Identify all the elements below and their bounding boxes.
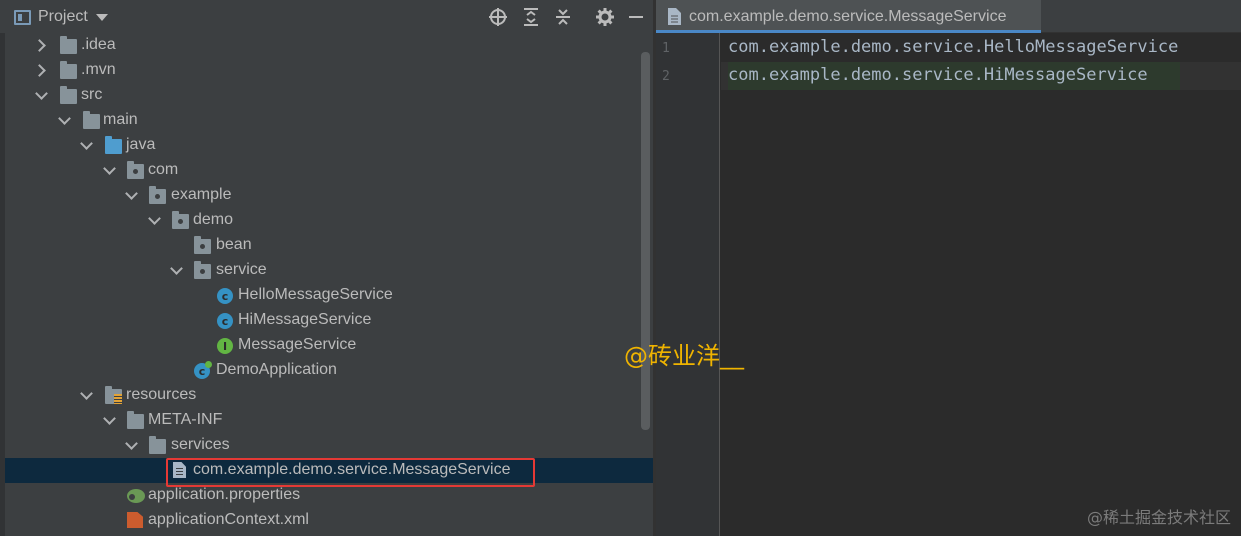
tree-item-label: bean — [216, 236, 252, 253]
text-file-icon — [668, 8, 681, 30]
tree-row[interactable]: .mvn — [5, 58, 653, 83]
tree-row[interactable]: demo — [5, 208, 653, 233]
panel-title: Project — [38, 8, 88, 25]
tree-item-label: HiMessageService — [238, 311, 372, 328]
folder-icon — [127, 411, 144, 429]
vertical-scrollbar[interactable] — [641, 52, 650, 430]
editor-tab-bar: com.example.demo.service.MessageService — [656, 0, 1241, 33]
project-view-selector[interactable]: Project — [14, 7, 108, 27]
tree-row[interactable]: bean — [5, 233, 653, 258]
project-icon — [14, 9, 31, 25]
tree-row[interactable]: c DemoApplication — [5, 358, 653, 383]
folder-icon — [83, 111, 100, 129]
highlight-annotation-box — [166, 458, 535, 487]
tree-row[interactable]: com — [5, 158, 653, 183]
folder-icon — [149, 436, 166, 454]
class-icon: c — [217, 313, 233, 329]
folder-icon — [60, 86, 77, 104]
project-panel-header: Project — [0, 0, 655, 33]
tree-row[interactable]: example — [5, 183, 653, 208]
spring-boot-class-icon: c — [194, 361, 212, 379]
tree-row[interactable]: I MessageService — [5, 333, 653, 358]
code-line[interactable]: com.example.demo.service.HiMessageServic… — [728, 65, 1148, 85]
tree-row[interactable]: META-INF — [5, 408, 653, 433]
project-tool-window: Project .idea .mvn src main java com exa… — [0, 0, 655, 536]
chevron-down-icon[interactable] — [79, 389, 93, 403]
chevron-down-icon[interactable] — [102, 414, 116, 428]
site-watermark: @稀土掘金技术社区 — [1086, 508, 1231, 527]
tree-row[interactable]: main — [5, 108, 653, 133]
tree-item-label: src — [81, 86, 103, 103]
tree-item-label: HelloMessageService — [238, 286, 393, 303]
editor-tab[interactable]: com.example.demo.service.MessageService — [656, 0, 1041, 33]
tree-item-label: .idea — [81, 36, 116, 53]
package-icon — [194, 261, 211, 279]
tree-row[interactable]: resources — [5, 383, 653, 408]
line-number: 2 — [662, 69, 670, 84]
package-icon — [172, 211, 189, 229]
tree-row[interactable]: .idea — [5, 33, 653, 58]
expand-all-icon[interactable] — [520, 6, 542, 28]
tree-row[interactable]: service — [5, 258, 653, 283]
tree-item-label: services — [171, 436, 230, 453]
code-line[interactable]: com.example.demo.service.HelloMessageSer… — [728, 37, 1178, 57]
tree-item-label: applicationContext.xml — [148, 511, 309, 528]
resources-folder-icon — [105, 386, 122, 404]
interface-icon: I — [217, 338, 233, 354]
folder-icon — [60, 36, 77, 54]
package-icon — [127, 161, 144, 179]
editor-area: com.example.demo.service.MessageService … — [656, 0, 1241, 536]
tree-row[interactable]: src — [5, 83, 653, 108]
tree-item-label: application.properties — [148, 486, 301, 503]
tree-item-label: META-INF — [148, 411, 223, 428]
tree-item-label: DemoApplication — [216, 361, 337, 378]
class-icon: c — [217, 288, 233, 304]
chevron-down-icon[interactable] — [169, 264, 183, 278]
folder-icon — [60, 61, 77, 79]
author-watermark: @砖业洋__ — [624, 342, 744, 370]
tree-item-label: .mvn — [81, 61, 116, 78]
locate-file-icon[interactable] — [487, 6, 509, 28]
tree-row[interactable]: services — [5, 433, 653, 458]
chevron-down-icon[interactable] — [57, 114, 71, 128]
tree-row[interactable]: c HelloMessageService — [5, 283, 653, 308]
tree-item-label: com — [148, 161, 179, 178]
chevron-down-icon[interactable] — [102, 164, 116, 178]
tree-item-label: main — [103, 111, 138, 128]
xml-file-icon — [127, 512, 143, 528]
tree-item-label: MessageService — [238, 336, 357, 353]
tree-item-label: example — [171, 186, 232, 203]
tree-item-label: java — [126, 136, 156, 153]
line-number: 1 — [662, 41, 670, 56]
tree-item-label: demo — [193, 211, 234, 228]
minimize-icon[interactable] — [625, 6, 647, 28]
package-icon — [149, 186, 166, 204]
gear-icon[interactable] — [594, 6, 616, 28]
properties-file-icon — [127, 489, 145, 503]
chevron-right-icon[interactable] — [34, 39, 48, 53]
tree-item-label: service — [216, 261, 267, 278]
chevron-down-icon[interactable] — [79, 139, 93, 153]
chevron-down-icon[interactable] — [124, 189, 138, 203]
package-icon — [194, 236, 211, 254]
chevron-down-icon[interactable] — [34, 89, 48, 103]
tree-item-label: resources — [126, 386, 197, 403]
tree-row[interactable]: applicationContext.xml — [5, 508, 653, 533]
tree-row[interactable]: java — [5, 133, 653, 158]
collapse-all-icon[interactable] — [552, 6, 574, 28]
chevron-right-icon[interactable] — [34, 64, 48, 78]
chevron-down-icon[interactable] — [147, 214, 161, 228]
line-number-gutter: 1 2 — [656, 33, 720, 536]
chevron-down-icon[interactable] — [95, 13, 108, 21]
tab-label: com.example.demo.service.MessageService — [689, 8, 1007, 25]
tree-row[interactable]: c HiMessageService — [5, 308, 653, 333]
chevron-down-icon[interactable] — [124, 439, 138, 453]
source-folder-icon — [105, 136, 122, 154]
